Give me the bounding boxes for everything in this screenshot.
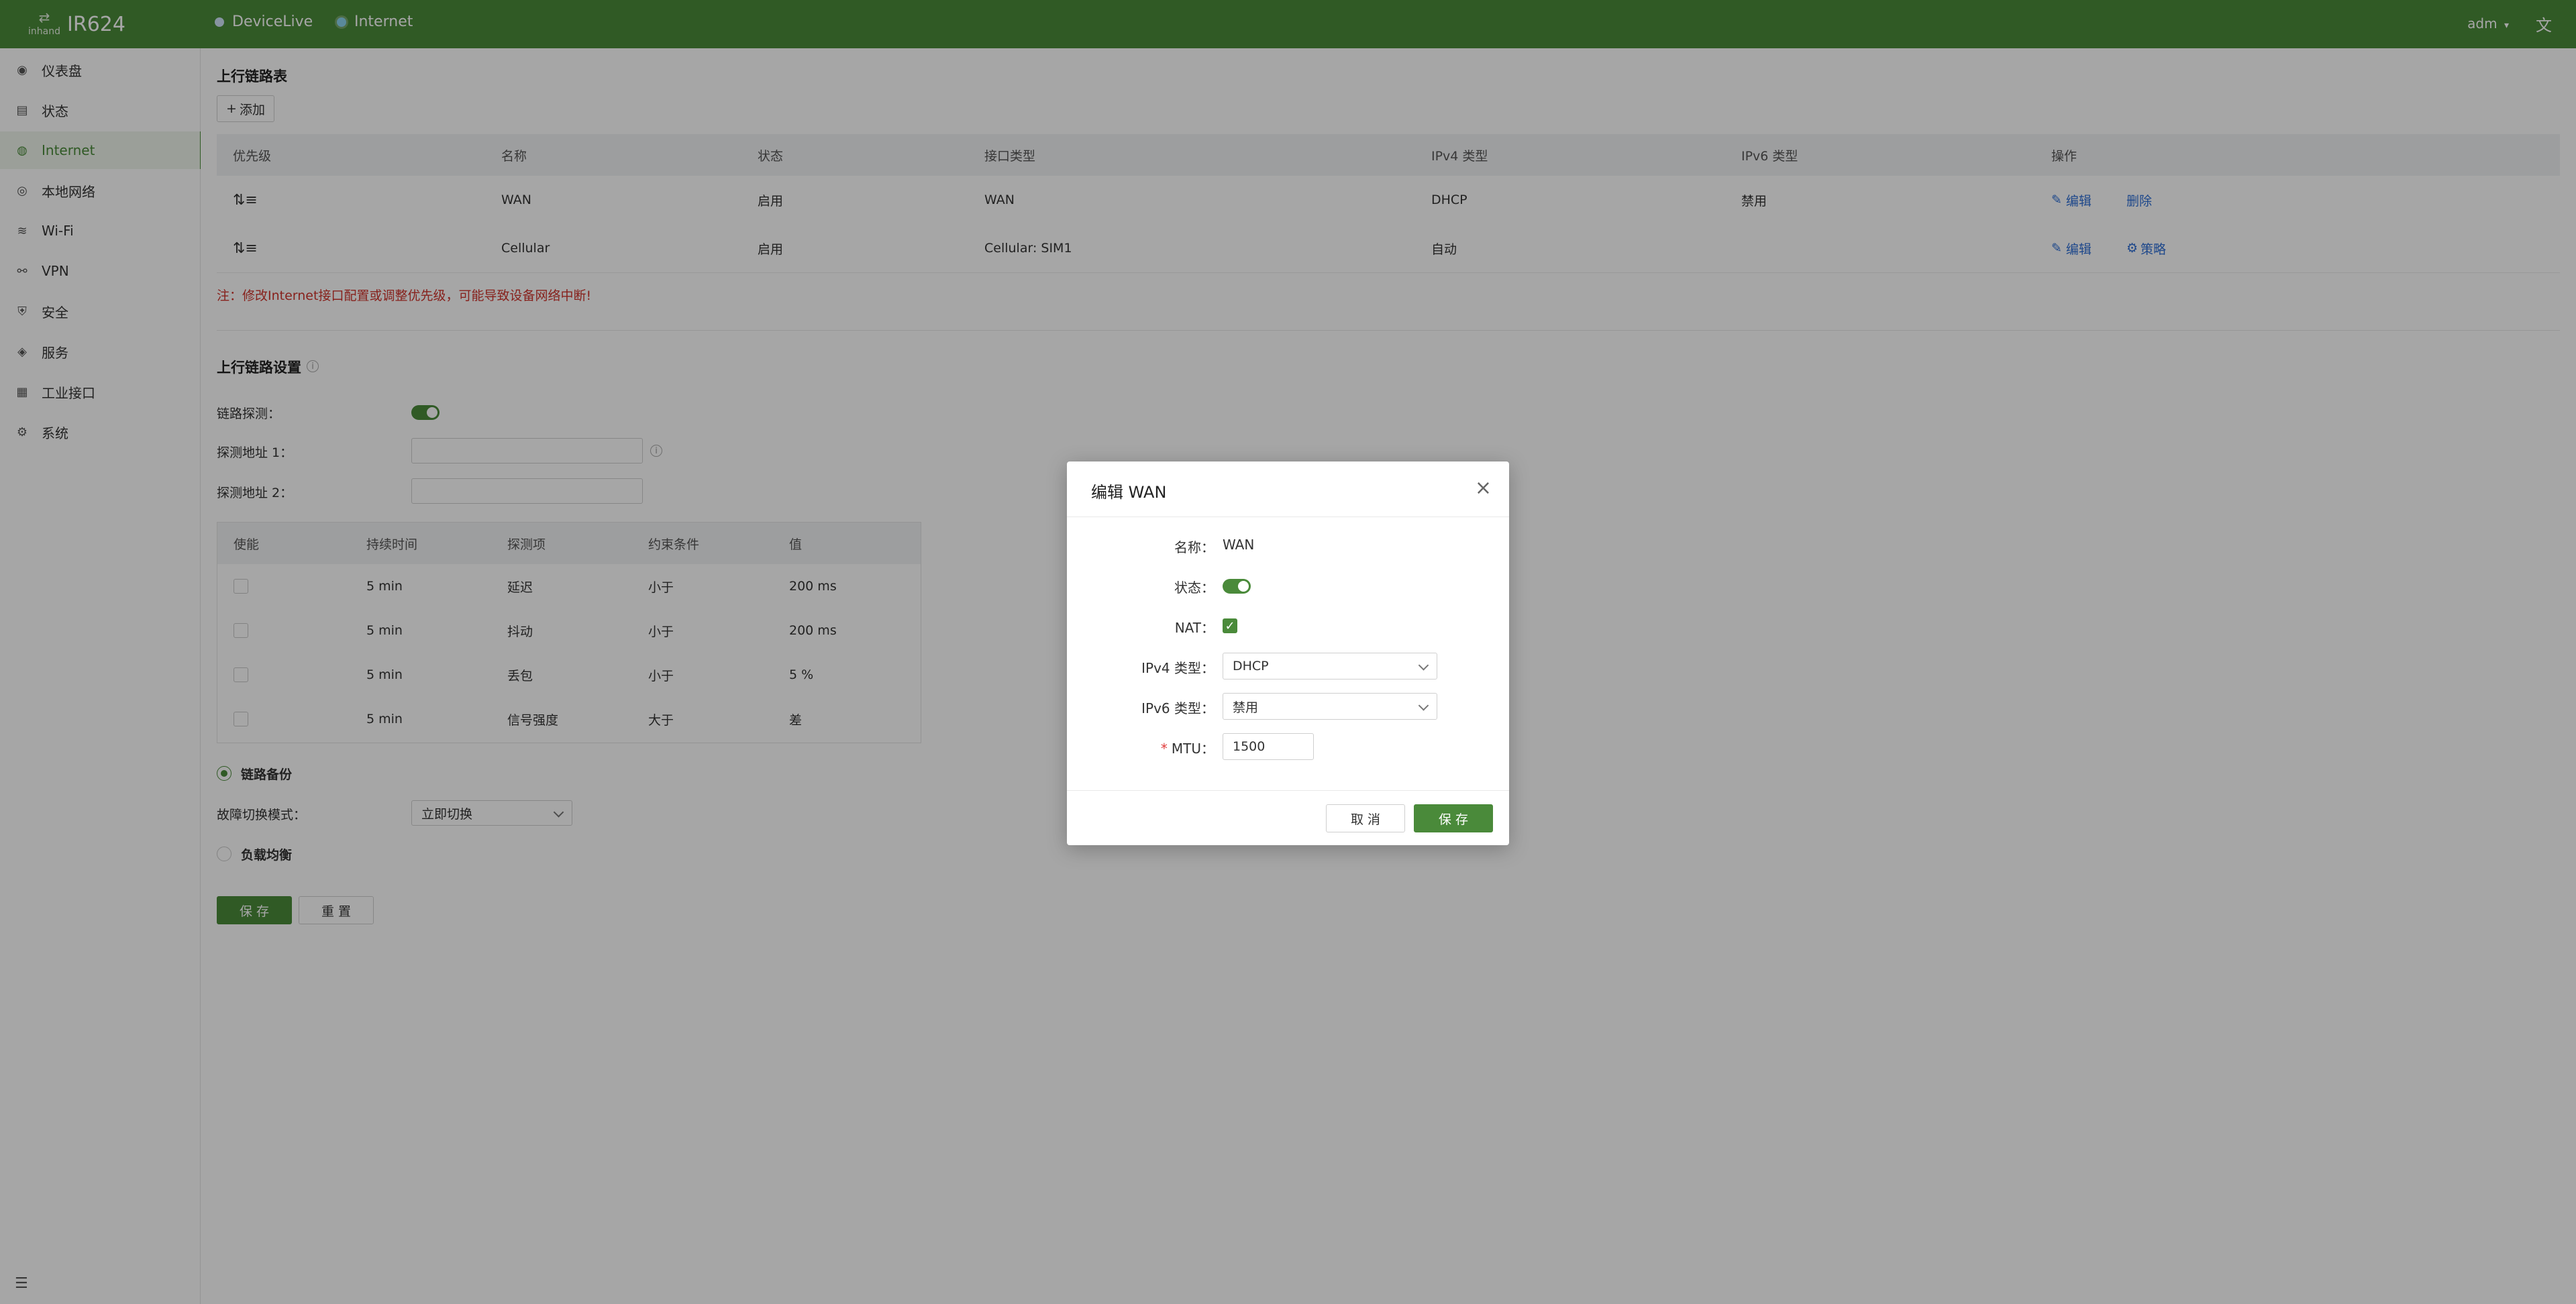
mtu-label-text: MTU：	[1171, 741, 1215, 757]
ipv4-type-value: DHCP	[1233, 659, 1269, 673]
chevron-down-icon	[1418, 700, 1429, 711]
ipv6-type-select[interactable]: 禁用	[1223, 693, 1437, 720]
ipv4-type-label: IPv4 类型：	[1141, 660, 1215, 676]
name-label: 名称：	[1174, 539, 1215, 555]
edit-wan-dialog: 编辑 WAN × 名称： WAN 状态： NAT： ✓ IPv4 类型： DHC…	[1067, 461, 1509, 845]
chevron-down-icon	[1418, 660, 1429, 671]
ipv4-type-select[interactable]: DHCP	[1223, 653, 1437, 680]
ipv6-type-value: 禁用	[1233, 700, 1259, 715]
mtu-label: * MTU：	[1067, 738, 1215, 757]
dialog-header: 编辑 WAN ×	[1067, 461, 1509, 517]
status-toggle[interactable]	[1223, 579, 1251, 594]
nat-checkbox[interactable]: ✓	[1223, 618, 1237, 633]
ipv6-type-label: IPv6 类型：	[1141, 700, 1215, 716]
dialog-title: 编辑 WAN	[1091, 483, 1167, 502]
required-marker: *	[1160, 741, 1168, 757]
name-value: WAN	[1223, 537, 1255, 553]
status-label: 状态：	[1174, 580, 1215, 596]
close-icon[interactable]: ×	[1475, 476, 1492, 500]
dialog-save-button[interactable]: 保 存	[1414, 804, 1493, 832]
mtu-input[interactable]: 1500	[1223, 733, 1314, 760]
dialog-footer: 取 消 保 存	[1067, 790, 1509, 846]
nat-label: NAT：	[1174, 620, 1215, 636]
cancel-button[interactable]: 取 消	[1326, 804, 1405, 832]
